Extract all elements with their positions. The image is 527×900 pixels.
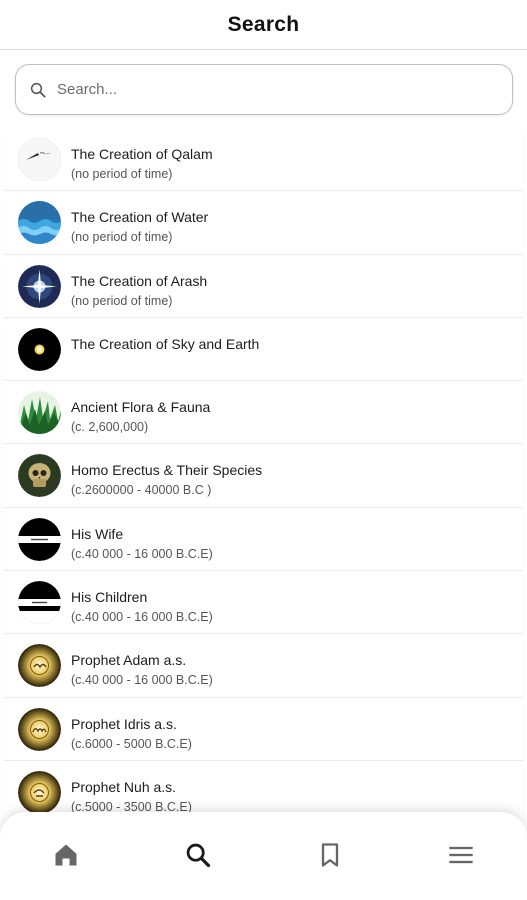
item-title: Prophet Adam a.s.: [71, 652, 187, 669]
item-period: (no period of time): [71, 230, 173, 245]
search-icon: [30, 82, 46, 98]
item-period: (c.40 000 - 16 000 B.C.E): [71, 610, 213, 625]
item-title: Prophet Idris a.s.: [71, 715, 177, 732]
children-icon: [18, 581, 61, 625]
bookmark-icon: [321, 843, 339, 867]
item-title: The Creation of Water: [71, 209, 209, 226]
home-icon: [55, 844, 77, 866]
item-title: Prophet Nuh a.s.: [71, 778, 177, 795]
nuh-calligraphy-icon: [18, 770, 61, 814]
item-title: His Children: [71, 589, 148, 606]
item-title: Homo Erectus & Their Species: [71, 462, 263, 479]
nav-home-button[interactable]: [51, 840, 81, 870]
skull-icon: [18, 454, 61, 498]
item-period: (c.40 000 - 16 000 B.C.E): [71, 546, 213, 561]
list-item[interactable]: The Creation of Sky and Earth: [4, 317, 523, 382]
app-header: Search: [0, 0, 527, 50]
item-period: (c.2600000 - 40000 B.C ): [71, 483, 212, 498]
list-item[interactable]: Prophet Adam a.s. (c.40 000 - 16 000 B.C…: [4, 634, 523, 698]
results-list[interactable]: The Creation of Qalam (no period of time…: [0, 128, 527, 816]
item-title: The Creation of Arash: [71, 272, 208, 289]
list-item[interactable]: The Creation of Water (no period of time…: [4, 191, 523, 255]
page-title: Search: [227, 12, 300, 36]
sky-earth-icon: [18, 327, 61, 371]
arash-star-icon: [18, 264, 61, 308]
flora-icon: [18, 391, 61, 435]
list-item[interactable]: His Children (c.40 000 - 16 000 B.C.E): [4, 571, 523, 635]
item-period: (c. 2,600,000): [71, 420, 149, 435]
idris-calligraphy-icon: [18, 707, 61, 751]
nav-menu-button[interactable]: [446, 840, 476, 870]
bottom-navigation: [0, 812, 527, 900]
item-title: His Wife: [71, 525, 124, 542]
list-item[interactable]: Prophet Idris a.s. (c.6000 - 5000 B.C.E): [4, 697, 523, 761]
nav-search-button[interactable]: [183, 840, 213, 870]
wife-icon: [18, 517, 61, 561]
adam-calligraphy-icon: [18, 644, 61, 688]
item-title: The Creation of Qalam: [71, 146, 213, 162]
item-period: (c.40 000 - 16 000 B.C.E): [71, 673, 213, 688]
list-item[interactable]: The Creation of Qalam (no period of time…: [4, 128, 523, 192]
search-bar[interactable]: [15, 64, 513, 115]
item-title: Ancient Flora & Fauna: [71, 399, 211, 416]
menu-icon: [449, 846, 473, 864]
item-period: (no period of time): [71, 293, 173, 308]
list-item[interactable]: Ancient Flora & Fauna (c. 2,600,000): [4, 381, 523, 445]
water-icon: [18, 201, 61, 245]
item-title: The Creation of Sky and Earth: [71, 335, 260, 352]
list-item[interactable]: His Wife (c.40 000 - 16 000 B.C.E): [4, 507, 523, 572]
list-item[interactable]: Homo Erectus & Their Species (c.2600000 …: [4, 444, 523, 508]
item-period: (c.6000 - 5000 B.C.E): [71, 736, 192, 751]
search-icon: [186, 843, 211, 868]
nav-bookmarks-button[interactable]: [315, 840, 345, 870]
item-period: (no period of time): [71, 167, 173, 181]
list-item[interactable]: Prophet Nuh a.s. (c.5000 - 3500 B.C.E): [4, 760, 523, 816]
list-item[interactable]: The Creation of Arash (no period of time…: [4, 254, 523, 318]
qalam-icon: [18, 138, 61, 181]
search-input[interactable]: [57, 81, 497, 98]
